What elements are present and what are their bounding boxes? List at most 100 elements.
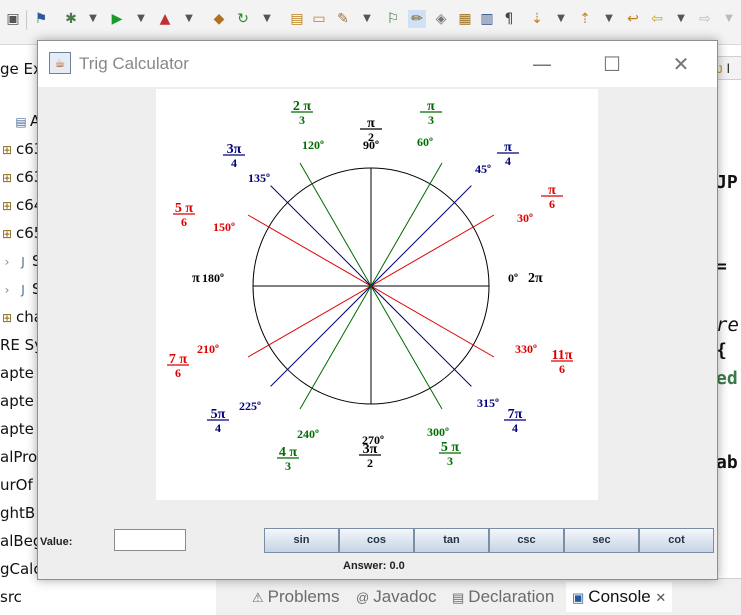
chevron-down-icon[interactable]: ▼ <box>552 10 570 28</box>
external-tools-icon[interactable]: ▲ <box>156 10 174 28</box>
trig-calculator-window: ☕ Trig Calculator — ☐ ✕ 0º 2π 30º π 6 45º π 4 60… <box>37 40 718 580</box>
tree-item[interactable]: apte <box>0 415 34 443</box>
cos-button[interactable]: cos <box>339 528 414 553</box>
package-icon: ⊞ <box>1 143 13 157</box>
code-fragment: JP <box>716 172 738 193</box>
package-icon: ⊞ <box>1 199 13 213</box>
minimize-button[interactable]: — <box>519 47 565 81</box>
unit-circle-canvas: 0º 2π 30º π 6 45º π 4 60º π 3 90º π 2 120º 2 π 3 135º 3π 4 1… <box>156 89 598 500</box>
sec-button[interactable]: sec <box>564 528 639 553</box>
radian-denominator: 4 <box>215 421 221 435</box>
bottom-view-tabs: ⚠ Problems @ Javadoc ▤ Declaration ▣ Console… <box>216 578 741 615</box>
tree-item[interactable]: apte <box>0 387 34 415</box>
run-icon[interactable]: ▶ <box>108 10 126 28</box>
radian-denominator: 6 <box>559 362 565 376</box>
close-icon[interactable]: ✕ <box>655 590 666 605</box>
degree-label: 330º <box>515 342 537 356</box>
tree-item[interactable]: gCalc <box>0 555 42 583</box>
close-button[interactable]: ✕ <box>658 47 704 81</box>
tree-item[interactable]: urOf <box>0 471 33 499</box>
degree-label: 315º <box>477 396 499 410</box>
refresh-icon[interactable]: ↻ <box>234 10 252 28</box>
save-icon[interactable]: ▣ <box>4 10 22 28</box>
radian-denominator: 6 <box>175 366 181 380</box>
next-icon[interactable]: ⇣ <box>528 10 546 28</box>
radian-label: π <box>192 271 200 286</box>
degree-label: 180º <box>202 271 224 285</box>
code-fragment: re <box>716 314 739 336</box>
tree-item[interactable]: src <box>0 583 22 611</box>
javadoc-icon: @ <box>356 590 370 605</box>
radian-label: 2π <box>528 271 543 286</box>
degree-label: 210º <box>197 342 219 356</box>
package-icon: ⊞ <box>1 311 13 325</box>
code-fragment: ab <box>716 452 738 473</box>
new-class-icon[interactable]: ◆ <box>210 10 228 28</box>
task-icon[interactable]: ⚐ <box>384 10 402 28</box>
degree-label: 225º <box>239 399 261 413</box>
code-fragment: ed <box>716 368 738 389</box>
tab-problems[interactable]: ⚠ Problems <box>252 585 339 609</box>
angle-spokes <box>247 162 495 410</box>
degree-label: 30º <box>517 211 533 225</box>
degree-label: 45º <box>475 162 491 176</box>
degree-label: 120º <box>302 138 324 152</box>
java-file-icon: J <box>21 255 25 269</box>
open-type-icon[interactable]: ▤ <box>288 10 306 28</box>
open-folder-icon[interactable]: ▭ <box>310 10 328 28</box>
list-icon[interactable]: ▥ <box>478 10 496 28</box>
chevron-down-icon[interactable]: ▼ <box>180 10 198 28</box>
tan-button[interactable]: tan <box>414 528 489 553</box>
tree-item[interactable]: ghtB <box>0 499 35 527</box>
radian-denominator: 2 <box>367 456 373 470</box>
sin-button[interactable]: sin <box>264 528 339 553</box>
radian-denominator: 6 <box>181 215 187 229</box>
java-file-icon: J <box>21 283 25 297</box>
chevron-down-icon[interactable]: ▼ <box>600 10 618 28</box>
editor-tab[interactable]: J I <box>716 56 741 80</box>
tree-item[interactable]: alPro <box>0 443 37 471</box>
value-input[interactable] <box>114 529 186 551</box>
radian-denominator: 3 <box>299 113 305 127</box>
chevron-down-icon[interactable]: ▼ <box>132 10 150 28</box>
search-icon[interactable]: ✎ <box>334 10 352 28</box>
package-icon: ⊞ <box>1 227 13 241</box>
console-icon: ▣ <box>572 590 585 605</box>
back-icon[interactable]: ⇦ <box>648 10 666 28</box>
window-titlebar[interactable]: ☕ Trig Calculator — ☐ ✕ <box>38 41 717 87</box>
tab-javadoc[interactable]: @ Javadoc <box>356 585 437 609</box>
degree-label: 300º <box>427 425 449 439</box>
annotation-icon[interactable]: ✏ <box>408 10 426 28</box>
maximize-button[interactable]: ☐ <box>589 47 635 81</box>
degree-label: 240º <box>297 427 319 441</box>
chevron-down-icon[interactable]: ▼ <box>358 10 376 28</box>
radian-denominator: 3 <box>447 454 453 468</box>
last-edit-icon[interactable]: ↩ <box>624 10 642 28</box>
tree-item[interactable]: apte <box>0 359 34 387</box>
radian-denominator: 4 <box>231 156 237 170</box>
tree-item[interactable]: ge Ex <box>0 55 42 83</box>
tab-declaration[interactable]: ▤ Declaration <box>452 585 554 609</box>
java-coffee-icon: ☕ <box>49 52 71 74</box>
csc-button[interactable]: csc <box>489 528 564 553</box>
radian-denominator: 2 <box>368 130 374 144</box>
forward-icon[interactable]: ⇨ <box>696 10 714 28</box>
debug-icon[interactable]: ⚑ <box>32 10 50 28</box>
chevron-down-icon[interactable]: ▼ <box>84 10 102 28</box>
cot-button[interactable]: cot <box>639 528 714 553</box>
bug-icon[interactable]: ✱ <box>62 10 80 28</box>
chevron-down-icon[interactable]: ▼ <box>258 10 276 28</box>
tree-item[interactable]: ›JS <box>0 247 42 275</box>
file-icon: ▤ <box>15 115 27 129</box>
chevron-down-icon[interactable]: ▼ <box>672 10 690 28</box>
tree-item[interactable]: ›JS <box>0 275 42 303</box>
previous-icon[interactable]: ⇡ <box>576 10 594 28</box>
edit-icon[interactable]: ▦ <box>456 10 474 28</box>
tab-console[interactable]: ▣ Console ✕ <box>566 582 673 612</box>
expand-icon[interactable]: › <box>0 276 14 304</box>
expand-icon[interactable]: › <box>0 248 14 276</box>
chevron-down-icon[interactable]: ▼ <box>720 10 738 28</box>
degree-label: 150º <box>213 220 235 234</box>
paragraph-icon[interactable]: ¶ <box>500 10 518 28</box>
mark-icon[interactable]: ◈ <box>432 10 450 28</box>
